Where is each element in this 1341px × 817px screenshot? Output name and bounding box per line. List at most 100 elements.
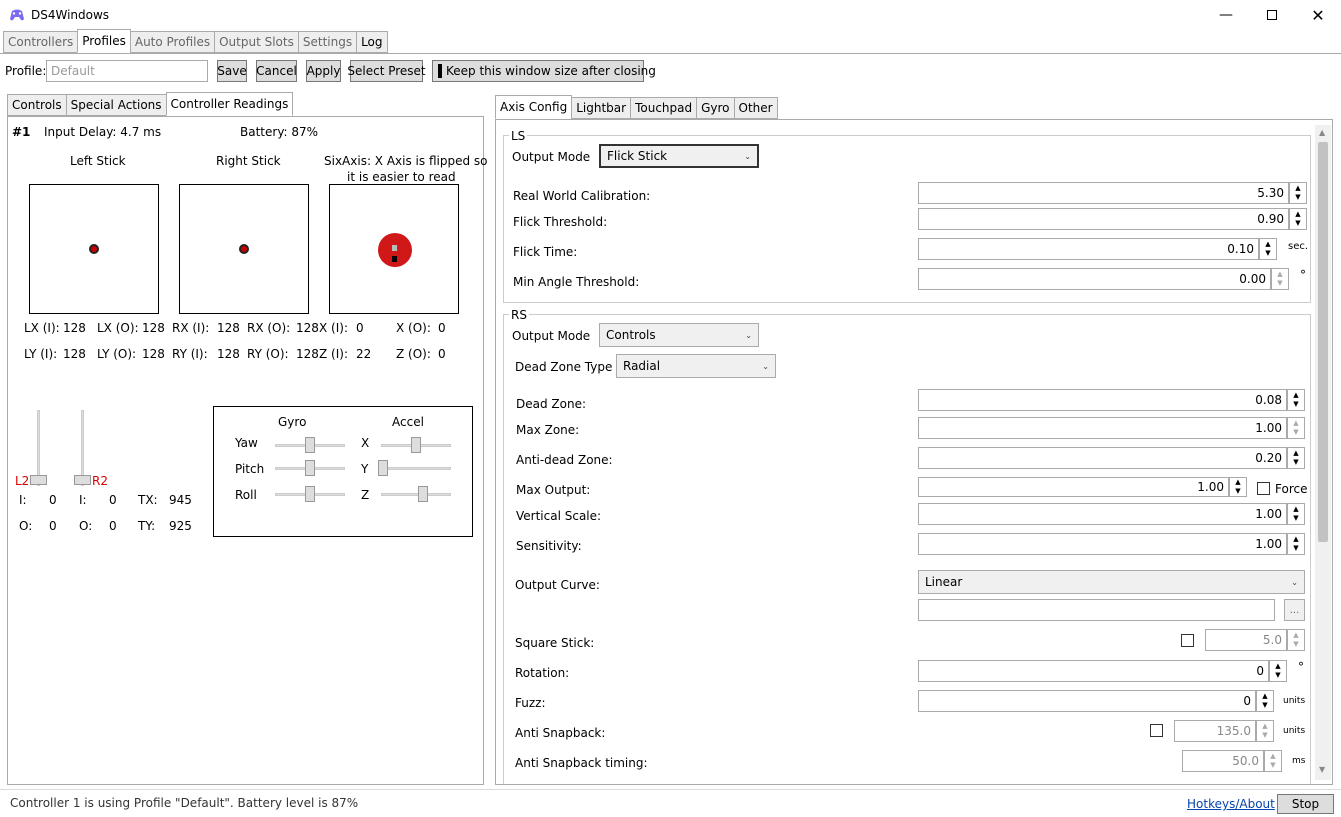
lx-o-label: LX (O): xyxy=(97,321,139,335)
real-world-calibration-input[interactable]: 5.30 xyxy=(918,182,1289,204)
vertical-scale-spinner[interactable]: ▲ ▼ xyxy=(1287,503,1305,525)
flick-threshold-spinner[interactable]: ▲ ▼ xyxy=(1289,208,1307,230)
anti-snapback-timing-spinner[interactable]: ▲ ▼ xyxy=(1264,750,1282,772)
profile-name-input[interactable]: Default xyxy=(46,60,208,82)
accel-x-thumb xyxy=(411,437,421,453)
lx-i-value: 128 xyxy=(63,321,86,335)
max-zone-input[interactable]: 1.00 xyxy=(918,417,1287,439)
left-tabs: Controls Special Actions Controller Read… xyxy=(7,92,294,116)
tab-controller-readings[interactable]: Controller Readings xyxy=(165,92,294,116)
rotation-spinner[interactable]: ▲ ▼ xyxy=(1269,660,1287,682)
fuzz-spinner[interactable]: ▲ ▼ xyxy=(1256,690,1274,712)
tab-controllers[interactable]: Controllers xyxy=(3,31,79,53)
tab-touchpad[interactable]: Touchpad xyxy=(630,97,698,119)
close-button[interactable]: ✕ xyxy=(1295,0,1341,30)
tab-other[interactable]: Other xyxy=(733,97,778,119)
stop-button[interactable]: Stop xyxy=(1277,794,1334,814)
keep-size-button[interactable]: Keep this window size after closing xyxy=(432,60,656,82)
save-button[interactable]: Save xyxy=(217,60,247,82)
minimize-button[interactable]: — xyxy=(1203,0,1249,30)
real-world-calibration-spinner[interactable]: ▲ ▼ xyxy=(1289,182,1307,204)
flick-threshold-label: Flick Threshold: xyxy=(513,215,608,229)
flick-threshold-input[interactable]: 0.90 xyxy=(918,208,1289,230)
custom-curve-input[interactable] xyxy=(918,599,1275,621)
dead-zone-type-label: Dead Zone Type xyxy=(515,360,613,374)
sensitivity-input[interactable]: 1.00 xyxy=(918,533,1287,555)
anti-snapback-unit: units xyxy=(1283,726,1306,736)
tab-special-actions[interactable]: Special Actions xyxy=(65,94,167,116)
dead-zone-type-select[interactable]: Radial ⌄ xyxy=(616,354,776,378)
flick-time-spinner[interactable]: ▲ ▼ xyxy=(1259,238,1277,260)
x-i-label: X (I): xyxy=(319,321,348,335)
rs-output-mode-select[interactable]: Controls ⌄ xyxy=(599,323,759,347)
rotation-label: Rotation: xyxy=(515,666,570,680)
ry-i-label: RY (I): xyxy=(172,347,208,361)
anti-snapback-input[interactable]: 135.0 xyxy=(1174,720,1256,742)
vertical-scale-input[interactable]: 1.00 xyxy=(918,503,1287,525)
tab-axis-config[interactable]: Axis Config xyxy=(495,95,573,119)
tab-controls[interactable]: Controls xyxy=(7,94,67,116)
tab-profiles[interactable]: Profiles xyxy=(77,29,131,53)
sensitivity-label: Sensitivity: xyxy=(516,539,582,553)
sensitivity-spinner[interactable]: ▲ ▼ xyxy=(1287,533,1305,555)
fuzz-input[interactable]: 0 xyxy=(918,690,1256,712)
ly-i-label: LY (I): xyxy=(24,347,58,361)
anti-snapback-checkbox[interactable] xyxy=(1150,724,1163,737)
square-stick-input[interactable]: 5.0 xyxy=(1205,629,1287,651)
apply-button[interactable]: Apply xyxy=(306,60,341,82)
anti-snapback-timing-input[interactable]: 50.0 xyxy=(1182,750,1264,772)
x-o-label: X (O): xyxy=(396,321,431,335)
rotation-input[interactable]: 0 xyxy=(918,660,1269,682)
status-divider xyxy=(0,789,1341,790)
tab-settings[interactable]: Settings xyxy=(297,31,358,53)
roll-thumb xyxy=(305,486,315,502)
maximize-button[interactable] xyxy=(1249,0,1295,30)
accel-z-label: Z xyxy=(361,488,370,502)
anti-snapback-timing-unit: ms xyxy=(1292,756,1306,766)
square-stick-label: Square Stick: xyxy=(515,636,595,650)
scroll-down-icon[interactable]: ▼ xyxy=(1319,765,1325,774)
max-output-spinner[interactable]: ▲ ▼ xyxy=(1229,477,1247,497)
square-stick-checkbox[interactable] xyxy=(1181,634,1194,647)
max-zone-spinner[interactable]: ▲ ▼ xyxy=(1287,417,1305,439)
cancel-button[interactable]: Cancel xyxy=(256,60,297,82)
keep-size-label: Keep this window size after closing xyxy=(446,64,656,78)
chevron-down-icon: ⌄ xyxy=(744,151,751,161)
tab-gyro[interactable]: Gyro xyxy=(696,97,735,119)
left-stick-position xyxy=(89,244,99,254)
scroll-up-icon[interactable]: ▲ xyxy=(1319,128,1325,137)
pitch-thumb xyxy=(305,460,315,476)
l2-thumb xyxy=(30,475,47,485)
anti-dead-zone-spinner[interactable]: ▲ ▼ xyxy=(1287,447,1305,469)
anti-snapback-spinner[interactable]: ▲ ▼ xyxy=(1256,720,1274,742)
tab-lightbar[interactable]: Lightbar xyxy=(571,97,632,119)
sixaxis-note-line2: it is easier to read xyxy=(347,170,456,184)
output-curve-label: Output Curve: xyxy=(515,578,600,592)
hotkeys-about-link[interactable]: Hotkeys/About xyxy=(1187,797,1275,811)
force-checkbox[interactable] xyxy=(1257,482,1270,495)
ls-output-mode-select[interactable]: Flick Stick ⌄ xyxy=(599,144,759,168)
output-curve-value: Linear xyxy=(925,575,963,589)
select-preset-button[interactable]: Select Preset xyxy=(347,60,426,82)
min-angle-unit: ° xyxy=(1300,268,1306,282)
tab-output-slots[interactable]: Output Slots xyxy=(214,31,299,53)
min-angle-threshold-spinner[interactable]: ▲ ▼ xyxy=(1271,268,1289,290)
accel-z-track xyxy=(381,493,451,496)
output-curve-select[interactable]: Linear ⌄ xyxy=(918,570,1305,594)
tab-auto-profiles[interactable]: Auto Profiles xyxy=(129,31,216,53)
anti-dead-zone-input[interactable]: 0.20 xyxy=(918,447,1287,469)
tab-log[interactable]: Log xyxy=(356,31,388,53)
min-angle-threshold-input[interactable]: 0.00 xyxy=(918,268,1271,290)
title-bar: DS4Windows — ✕ xyxy=(0,0,1341,30)
custom-curve-button[interactable]: ... xyxy=(1284,599,1305,621)
flick-time-input[interactable]: 0.10 xyxy=(918,238,1259,260)
sixaxis-note-line1: SixAxis: X Axis is flipped so xyxy=(324,154,488,168)
dead-zone-spinner[interactable]: ▲ ▼ xyxy=(1287,389,1305,411)
vertical-scrollbar[interactable]: ▲ ▼ xyxy=(1315,125,1331,780)
gamepad-icon xyxy=(10,9,24,21)
chevron-down-icon: ⌄ xyxy=(762,361,769,371)
scrollbar-thumb[interactable] xyxy=(1318,142,1328,542)
max-output-input[interactable]: 1.00 xyxy=(918,477,1229,497)
square-stick-spinner[interactable]: ▲ ▼ xyxy=(1287,629,1305,651)
dead-zone-input[interactable]: 0.08 xyxy=(918,389,1287,411)
